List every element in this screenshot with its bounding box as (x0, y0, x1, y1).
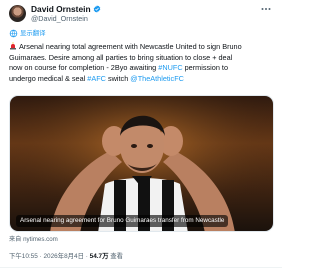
show-translation-link[interactable]: 显示翻译 (9, 29, 46, 38)
avatar[interactable] (9, 5, 26, 22)
link-source[interactable]: 来自 nytimes.com (9, 236, 58, 244)
tweet-card: David Ornstein @David_Ornstein 显示翻译 Arse… (0, 0, 282, 270)
tweet-line-1: Arsenal nearing total agreement with New… (9, 42, 277, 53)
tweet-line-1-text: Arsenal nearing total agreement with New… (19, 42, 242, 51)
tweet-line-2: Guimaraes. Desire among all parties to b… (9, 52, 233, 62)
media-caption: Arsenal nearing agreement for Bruno Guim… (16, 215, 229, 227)
show-translation-label: 显示翻译 (20, 30, 46, 37)
verified-badge-icon (93, 5, 100, 13)
hashtag-nufc[interactable]: #NUFC (158, 63, 182, 72)
tweet-time[interactable]: 下午10:55 (9, 253, 38, 260)
siren-icon (10, 42, 16, 50)
tweet-line-3-text: now on course for completion - 2Byo awai… (9, 63, 159, 72)
views-count[interactable]: 54.7万 (90, 253, 109, 260)
tweet-line-4-text: undergo medical & seal (9, 73, 88, 83)
tweet-text: Arsenal nearing total agreement with New… (9, 42, 277, 84)
tweet-line-4-mid: switch (105, 73, 131, 83)
tweet-meta: 下午10:55 · 2026年8月4日 · 54.7万 查看 (9, 252, 123, 261)
tweet-line-3-tail: permission to (182, 63, 229, 72)
author-name-row[interactable]: David Ornstein (31, 4, 101, 14)
more-options-icon[interactable] (260, 5, 272, 13)
player-photo (10, 96, 273, 231)
divider (0, 267, 282, 268)
tweet-line-3: now on course for completion - 2Byo awai… (9, 63, 277, 74)
tweet-line-4: undergo medical & seal #AFC switch @TheA… (9, 74, 277, 85)
globe-icon (9, 29, 18, 38)
tweet-date[interactable]: 2026年8月4日 (43, 253, 84, 260)
views-label: 查看 (110, 253, 124, 260)
author-display-name[interactable]: David Ornstein (31, 4, 91, 14)
mention-theathleticfc[interactable]: @TheAthleticFC (130, 74, 184, 83)
media-card[interactable]: Arsenal nearing agreement for Bruno Guim… (9, 95, 274, 232)
hashtag-afc[interactable]: #AFC (87, 74, 106, 83)
author-handle[interactable]: @David_Ornstein (31, 14, 88, 23)
